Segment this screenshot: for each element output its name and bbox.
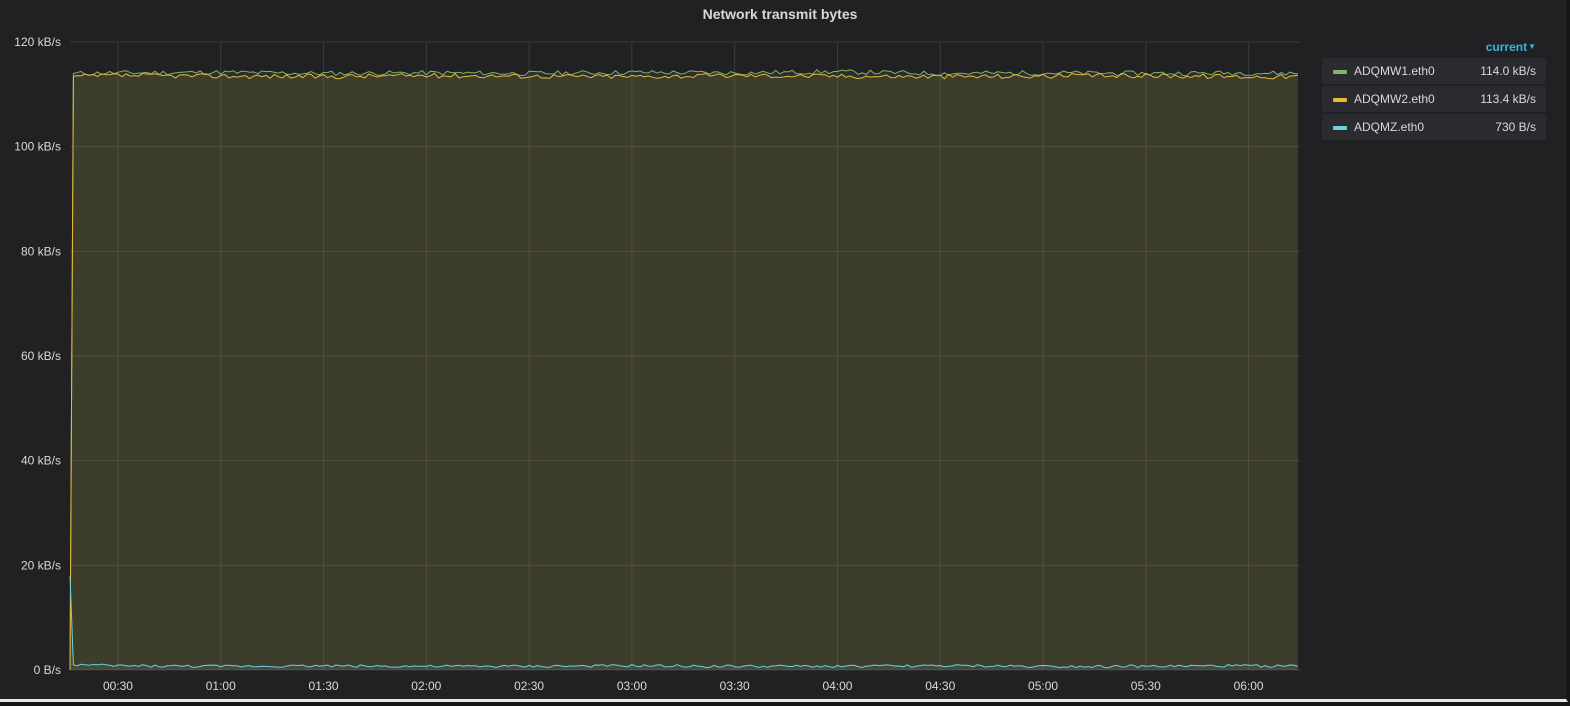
legend-item-name[interactable]: ADQMZ.eth0 bbox=[1354, 120, 1424, 134]
legend-sort-header[interactable]: current▼ bbox=[1322, 38, 1546, 58]
x-tick-label: 01:30 bbox=[309, 679, 339, 693]
x-tick-label: 05:00 bbox=[1028, 679, 1058, 693]
legend-item-value: 730 B/s bbox=[1495, 120, 1536, 134]
x-tick-label: 03:30 bbox=[720, 679, 750, 693]
series-color-swatch[interactable] bbox=[1333, 126, 1347, 130]
x-tick-label: 02:30 bbox=[514, 679, 544, 693]
x-tick-label: 00:30 bbox=[103, 679, 133, 693]
legend-item-name[interactable]: ADQMW2.eth0 bbox=[1354, 92, 1435, 106]
x-tick-label: 01:00 bbox=[206, 679, 236, 693]
y-tick-label: 40 kB/s bbox=[21, 454, 61, 468]
y-tick-label: 100 kB/s bbox=[14, 140, 61, 154]
series-color-swatch[interactable] bbox=[1333, 70, 1347, 74]
y-tick-label: 20 kB/s bbox=[21, 558, 61, 572]
caret-down-icon: ▼ bbox=[1528, 42, 1536, 51]
legend-item-value: 114.0 kB/s bbox=[1480, 64, 1536, 78]
x-tick-label: 05:30 bbox=[1131, 679, 1161, 693]
y-tick-label: 80 kB/s bbox=[21, 244, 61, 258]
legend-item-name[interactable]: ADQMW1.eth0 bbox=[1354, 64, 1435, 78]
legend-item[interactable]: ADQMZ.eth0 730 B/s bbox=[1322, 114, 1546, 140]
x-tick-label: 06:00 bbox=[1234, 679, 1264, 693]
y-tick-label: 120 kB/s bbox=[14, 35, 61, 49]
legend: current▼ ADQMW1.eth0 114.0 kB/s ADQMW2.e… bbox=[1322, 38, 1546, 142]
y-tick-label: 60 kB/s bbox=[21, 349, 61, 363]
series-color-swatch[interactable] bbox=[1333, 98, 1347, 102]
legend-item-value: 113.4 kB/s bbox=[1480, 92, 1536, 106]
chart-plot-area[interactable]: 0 B/s 20 kB/s 40 kB/s 60 kB/s 80 kB/s 100 kB/… bbox=[0, 0, 1310, 700]
x-tick-label: 03:00 bbox=[617, 679, 647, 693]
legend-sort-label[interactable]: current bbox=[1486, 40, 1527, 54]
legend-item[interactable]: ADQMW2.eth0 113.4 kB/s bbox=[1322, 86, 1546, 112]
y-tick-label: 0 B/s bbox=[34, 663, 61, 677]
x-tick-label: 04:30 bbox=[925, 679, 955, 693]
x-tick-label: 04:00 bbox=[822, 679, 852, 693]
series-area bbox=[70, 73, 1298, 671]
graph-panel: Network transmit bytes 0 B/s 20 kB/s 40 kB… bbox=[0, 0, 1568, 702]
legend-item[interactable]: ADQMW1.eth0 114.0 kB/s bbox=[1322, 58, 1546, 84]
x-tick-label: 02:00 bbox=[411, 679, 441, 693]
